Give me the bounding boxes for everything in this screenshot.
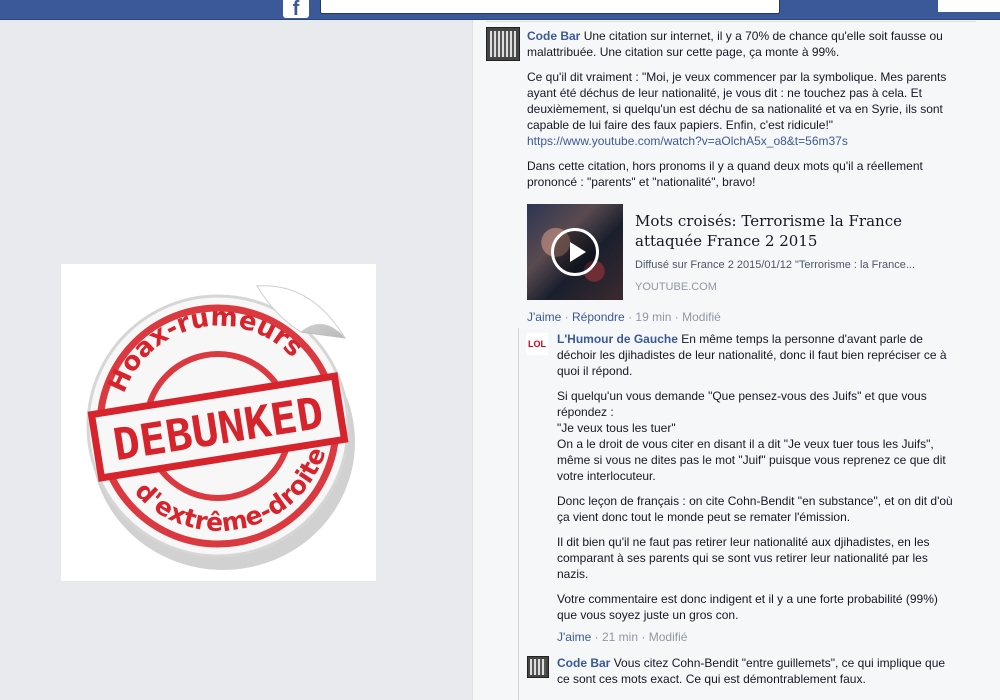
comment-paragraph: Donc leçon de français : on cite Cohn-Be… bbox=[557, 494, 953, 524]
comment-line: On a le droit de vous citer en disant il… bbox=[557, 437, 946, 483]
reply-link[interactable]: Répondre bbox=[572, 310, 625, 324]
comment-2-body: L'Humour de Gauche En même temps la pers… bbox=[557, 331, 955, 379]
edited-label: Modifié bbox=[682, 310, 721, 324]
comment-2-meta: J'aime · 21 min · Modifié bbox=[557, 630, 688, 644]
like-link[interactable]: J'aime bbox=[527, 310, 561, 324]
comment-author[interactable]: Code Bar bbox=[527, 29, 580, 43]
facebook-f-icon[interactable]: f bbox=[283, 0, 309, 18]
comment-author[interactable]: L'Humour de Gauche bbox=[557, 332, 678, 346]
comment-time[interactable]: 19 min bbox=[635, 310, 671, 324]
comment-author[interactable]: Code Bar bbox=[557, 656, 610, 670]
comment-paragraph: Votre commentaire est donc indigent et i… bbox=[557, 592, 938, 622]
video-thumbnail[interactable] bbox=[527, 204, 623, 300]
comment-1: Code Bar Une citation sur internet, il y… bbox=[527, 28, 972, 190]
reply-thread-line bbox=[518, 328, 519, 700]
debunked-stamp-graphic: DEBUNKED Hoax-rumeurs d'extrême-droite bbox=[86, 283, 355, 570]
comment-paragraph: Ce qu'il dit vraiment : "Moi, je veux co… bbox=[527, 70, 947, 132]
video-description: Diffusé sur France 2 2015/01/12 "Terrori… bbox=[635, 259, 916, 271]
debunked-stamp-image: DEBUNKED Hoax-rumeurs d'extrême-droite bbox=[61, 264, 376, 581]
video-preview-card[interactable]: Mots croisés: Terrorisme la France attaq… bbox=[527, 204, 967, 300]
comment-text: Une citation sur internet, il y a 70% de… bbox=[527, 29, 943, 59]
play-icon[interactable] bbox=[551, 228, 599, 276]
video-title[interactable]: Mots croisés: Terrorisme la France attaq… bbox=[635, 211, 965, 251]
video-source: YOUTUBE.COM bbox=[635, 281, 717, 293]
comment-1-meta: J'aime · Répondre · 19 min · Modifié bbox=[527, 310, 721, 324]
comment-1-body: Code Bar Une citation sur internet, il y… bbox=[527, 28, 972, 60]
comment-3: Code Bar Vous citez Cohn-Bendit "entre g… bbox=[557, 655, 957, 687]
comment-paragraph: Dans cette citation, hors pronoms il y a… bbox=[527, 159, 923, 189]
profile-button[interactable] bbox=[938, 0, 1000, 12]
like-link[interactable]: J'aime bbox=[557, 630, 591, 644]
comment-line: "Je veux tous les tuer" bbox=[557, 421, 676, 435]
edited-label: Modifié bbox=[648, 630, 688, 644]
barcode-avatar-icon[interactable] bbox=[486, 27, 520, 61]
comment-paragraph: Si quelqu'un vous demande "Que pensez-vo… bbox=[557, 389, 927, 419]
top-navigation-bar: f bbox=[0, 0, 1000, 20]
search-input[interactable] bbox=[320, 0, 780, 14]
lol-avatar-icon[interactable]: LOL bbox=[526, 333, 548, 355]
comment-time[interactable]: 21 min bbox=[602, 630, 638, 644]
youtube-link[interactable]: https://www.youtube.com/watch?v=aOlchA5x… bbox=[527, 134, 848, 148]
comment-paragraph: Il dit bien qu'il ne faut pas retirer le… bbox=[557, 535, 930, 581]
comment-text: Vous citez Cohn-Bendit "entre guillemets… bbox=[557, 656, 946, 686]
divider bbox=[486, 21, 976, 22]
comment-2: L'Humour de Gauche En même temps la pers… bbox=[557, 331, 955, 623]
barcode-avatar-icon[interactable] bbox=[527, 656, 549, 678]
